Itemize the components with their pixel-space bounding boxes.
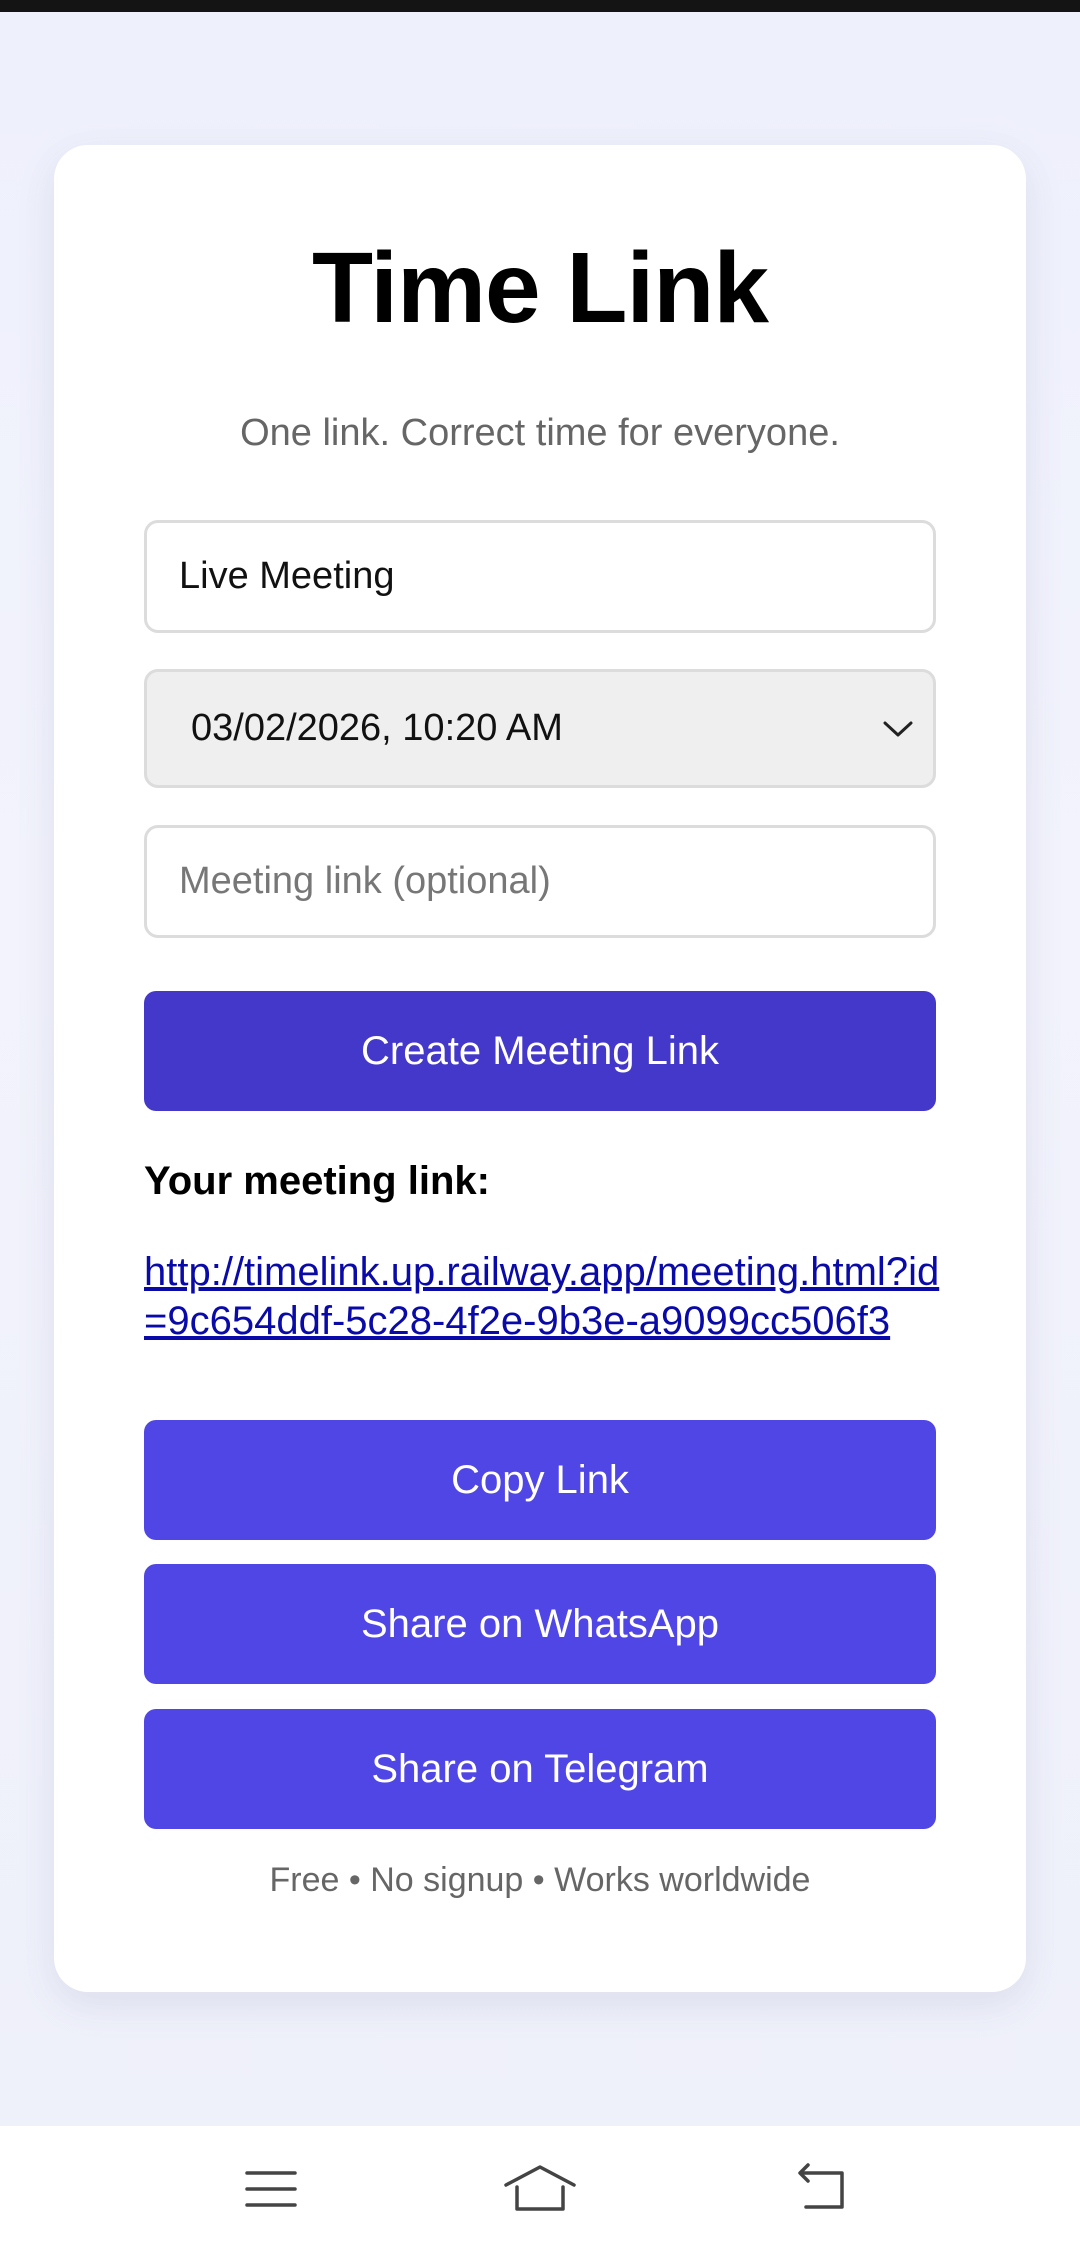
datetime-value: 03/02/2026, 10:20 AM [191,707,563,749]
page-title: Time Link [312,232,769,344]
chevron-down-icon [883,721,913,736]
menu-icon [245,2171,297,2207]
meeting-link-placeholder: Meeting link (optional) [179,860,551,902]
share-telegram-button[interactable]: Share on Telegram [144,1709,936,1829]
home-button[interactable] [495,2154,585,2224]
home-icon [504,2165,576,2211]
footer-note: Free • No signup • Works worldwide [269,1861,811,1899]
page-subtitle: One link. Correct time for everyone. [240,412,840,454]
status-bar [0,0,1080,12]
share-whatsapp-button[interactable]: Share on WhatsApp [144,1564,936,1684]
datetime-picker[interactable]: 03/02/2026, 10:20 AM [144,669,936,788]
meeting-url-link[interactable]: http://timelink.up.railway.app/meeting.h… [144,1248,944,1346]
recent-apps-button[interactable] [226,2154,316,2224]
meeting-title-value: Live Meeting [179,555,395,597]
system-navigation-bar [0,2126,1080,2252]
back-button[interactable] [779,2154,869,2224]
result-label: Your meeting link: [144,1159,490,1203]
meeting-link-input[interactable]: Meeting link (optional) [144,825,936,938]
back-icon [798,2163,844,2209]
meeting-title-input[interactable]: Live Meeting [144,520,936,633]
create-meeting-link-button[interactable]: Create Meeting Link [144,991,936,1111]
copy-link-button[interactable]: Copy Link [144,1420,936,1540]
